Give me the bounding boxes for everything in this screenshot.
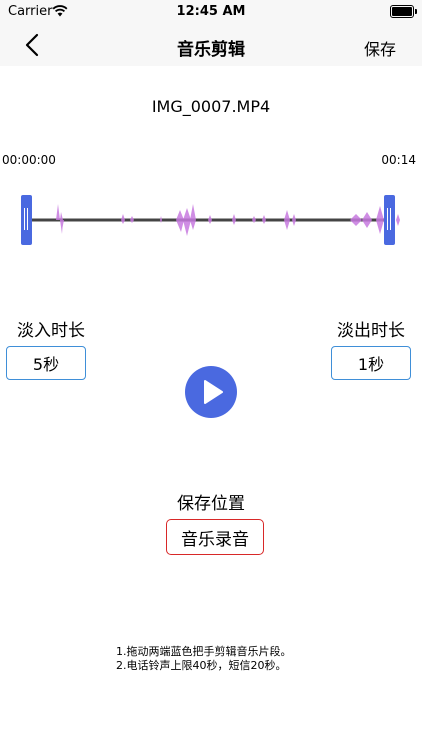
save-location-button[interactable]: 音乐录音 [166, 519, 264, 555]
trim-handle-left[interactable] [21, 195, 32, 245]
status-bar: Carrier 12:45 AM [0, 0, 422, 24]
fade-in-field[interactable]: 5秒 [6, 346, 86, 380]
play-button[interactable] [185, 366, 237, 418]
chevron-left-icon[interactable] [20, 32, 46, 58]
instructions: 1.拖动两端蓝色把手剪辑音乐片段。 2.电话铃声上限40秒，短信20秒。 [116, 645, 292, 673]
fade-out-label: 淡出时长 [337, 321, 405, 341]
play-icon [204, 380, 223, 404]
trim-handle-right[interactable] [384, 195, 395, 245]
fade-out-field[interactable]: 1秒 [331, 346, 411, 380]
instruction-line: 2.电话铃声上限40秒，短信20秒。 [116, 659, 287, 672]
instruction-line: 1.拖动两端蓝色把手剪辑音乐片段。 [116, 645, 292, 658]
battery-icon [390, 5, 417, 18]
fade-in-label: 淡入时长 [17, 321, 85, 341]
end-time-label: 00:14 [381, 153, 416, 167]
start-time-label: 00:00:00 [2, 153, 56, 167]
status-time: 12:45 AM [176, 4, 246, 19]
save-location-label: 保存位置 [177, 494, 245, 514]
audio-waveform[interactable] [0, 190, 422, 250]
nav-bar: 音乐剪辑 保存 [0, 24, 422, 66]
file-name: IMG_0007.MP4 [151, 97, 271, 116]
save-button[interactable]: 保存 [364, 36, 396, 60]
page-title: 音乐剪辑 [177, 40, 245, 60]
